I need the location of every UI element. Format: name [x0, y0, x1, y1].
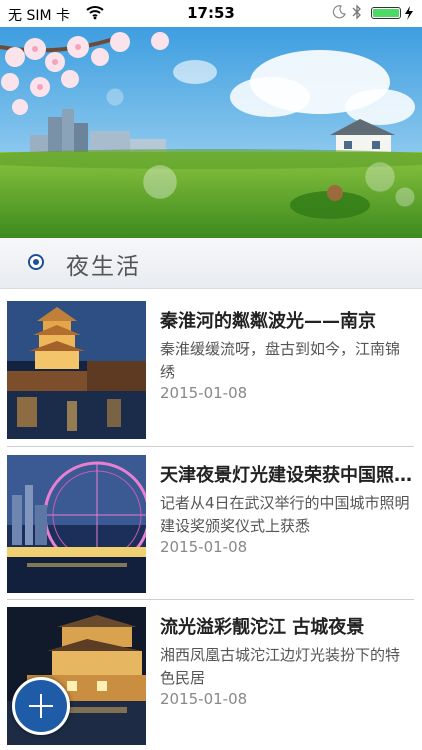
article-date: 2015-01-08 [160, 384, 248, 402]
bluetooth-icon [352, 4, 361, 20]
article-title: 流光溢彩靓沱江 古城夜景 [160, 617, 365, 638]
article-summary: 秦淮缓缓流呀，盘古到如今，江南锦绣 [160, 340, 401, 381]
article-summary: 记者从4日在武汉举行的中国城市照明建设奖颁奖仪式上获悉 [160, 494, 410, 535]
section-bullet-icon [28, 254, 44, 270]
article-title: 天津夜景灯光建设荣获中国照明奖 [160, 465, 412, 486]
moon-icon [332, 5, 346, 19]
list-item[interactable]: 秦淮河的粼粼波光——南京 秦淮缓缓流呀，盘古到如今，江南锦绣 2015-01-0… [7, 301, 414, 441]
list-item[interactable]: 天津夜景灯光建设荣获中国照明奖 记者从4日在武汉举行的中国城市照明建设奖颁奖仪式… [7, 455, 414, 595]
battery-icon [371, 7, 401, 19]
article-summary: 湘西凤凰古城沱江边灯光装扮下的特色民居 [160, 646, 401, 687]
section-header: 夜生活 [0, 238, 422, 289]
status-bar: 无 SIM 卡 17:53 [0, 0, 422, 27]
list-item[interactable]: 流光溢彩靓沱江 古城夜景 湘西凤凰古城沱江边灯光装扮下的特色民居 2015-01… [7, 607, 414, 747]
article-date: 2015-01-08 [160, 690, 248, 708]
article-thumbnail [7, 301, 146, 439]
add-button[interactable] [12, 677, 70, 735]
article-thumbnail [7, 455, 146, 593]
charging-icon [405, 6, 413, 20]
banner-image[interactable] [0, 27, 422, 238]
article-date: 2015-01-08 [160, 538, 248, 556]
divider [7, 446, 414, 447]
article-title: 秦淮河的粼粼波光——南京 [160, 311, 376, 332]
divider [7, 599, 414, 600]
section-title: 夜生活 [66, 254, 141, 280]
